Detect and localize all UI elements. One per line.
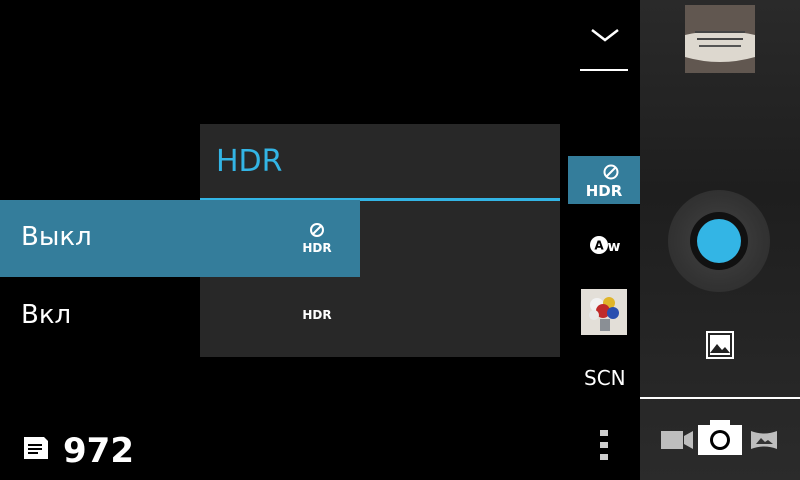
white-balance-auto-icon[interactable]: A w [588,233,622,261]
video-camera-icon[interactable] [660,428,694,456]
chevron-down-icon[interactable] [590,26,620,50]
photo-camera-icon[interactable] [697,419,743,461]
gallery-icon[interactable] [706,331,734,363]
svg-text:w: w [608,239,621,255]
collapse-underline [580,69,628,71]
svg-text:HDR: HDR [302,308,331,322]
mode-divider [640,397,800,399]
option-label-off: Выкл [21,222,92,252]
option-label-on: Вкл [21,300,72,330]
svg-text:HDR: HDR [586,182,623,200]
option-hdr-off[interactable]: Выкл HDR [0,200,360,277]
svg-text:A: A [594,239,604,253]
remaining-shots-count: 972 [63,431,134,471]
svg-text:HDR: HDR [302,241,331,254]
hdr-off-icon: HDR [586,164,623,200]
popup-title: HDR [216,144,283,179]
panorama-icon[interactable] [750,428,778,456]
more-options-icon[interactable] [600,430,608,466]
option-hdr-on[interactable]: Вкл HDR [0,278,360,355]
hdr-off-icon: HDR [300,222,334,258]
hdr-icon: HDR [300,304,334,328]
last-photo-thumbnail[interactable] [685,5,755,73]
sd-card-icon [22,436,50,464]
scene-mode-button[interactable]: SCN [584,366,626,390]
shutter-button[interactable] [697,219,741,263]
hdr-setting-button[interactable]: HDR [568,156,640,204]
color-effect-thumbnail[interactable] [581,289,627,335]
